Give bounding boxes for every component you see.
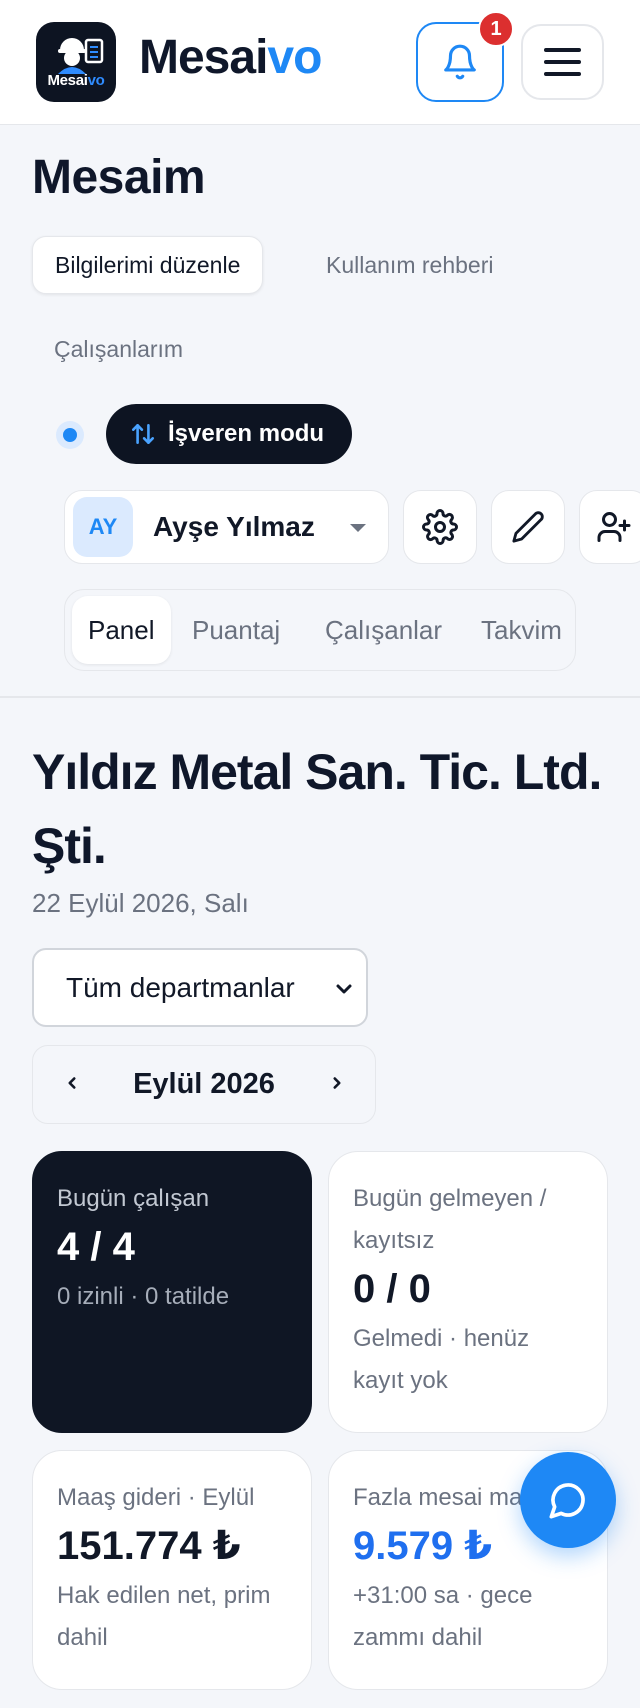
stat-label: Bugün çalışan [57, 1185, 210, 1212]
stat-value: 151.774 ₺ [57, 1524, 241, 1568]
logo-wordmark: Mesaivo [47, 72, 105, 89]
tab-kullanim-rehberi[interactable]: Kullanım rehberi [304, 236, 515, 294]
current-date: 22 Eylül 2026, Salı [32, 888, 249, 918]
stat-value: 0 / 0 [353, 1267, 431, 1311]
tab-calisanlar[interactable]: Çalışanlar [309, 596, 458, 664]
pencil-icon [512, 511, 544, 543]
chevron-right-icon [333, 1077, 341, 1089]
tab-bilgilerimi-duzenle[interactable]: Bilgilerimi düzenle [32, 236, 264, 294]
menu-icon-bar [544, 72, 581, 76]
app-logo[interactable]: Mesaivo [36, 22, 116, 102]
stat-card-salary-expense[interactable]: Maaş gideri · Eylül 151.774 ₺ Hak edilen… [32, 1450, 312, 1690]
stat-label: Bugün gelmeyen / kayıtsız [353, 1185, 547, 1254]
company-name: Yıldız Metal San. Tic. Ltd. Şti. [32, 744, 602, 874]
user-select[interactable]: AY Ayşe Yılmaz [64, 490, 389, 564]
gear-icon [422, 509, 458, 545]
department-select[interactable]: Tüm departmanlar [32, 948, 368, 1027]
view-segment-control: Panel Puantaj Çalışanlar Takvim [64, 589, 576, 671]
employer-mode-button[interactable]: İşveren modu [106, 404, 352, 464]
mode-radio[interactable] [56, 421, 84, 449]
month-navigator: Eylül 2026 [32, 1045, 376, 1124]
section-divider [0, 696, 640, 698]
department-select-value: Tüm departmanlar [66, 971, 295, 1003]
swap-arrows-icon [131, 424, 155, 444]
section-title: Mesaim [32, 151, 206, 204]
stat-card-absent-today[interactable]: Bugün gelmeyen / kayıtsız 0 / 0 Gelmedi … [328, 1151, 608, 1433]
mode-radio-dot [63, 428, 77, 442]
stat-sub: Hak edilen net, prim dahil [57, 1582, 271, 1651]
avatar: AY [73, 497, 133, 557]
stat-label: Maaş gideri · Eylül [57, 1484, 255, 1511]
chat-button[interactable] [520, 1452, 616, 1548]
chevron-down-icon [336, 984, 352, 994]
employer-mode-label: İşveren modu [168, 420, 325, 447]
worker-logo-icon [58, 38, 104, 74]
caret-down-icon [350, 524, 366, 532]
user-name: Ayşe Yılmaz [153, 511, 315, 542]
user-plus-icon [597, 512, 631, 542]
tab-panel[interactable]: Panel [72, 596, 171, 664]
stat-sub: 0 izinli · 0 tatilde [57, 1283, 230, 1310]
tab-takvim[interactable]: Takvim [465, 596, 578, 664]
menu-icon-bar [544, 60, 581, 64]
stat-value: 4 / 4 [57, 1225, 135, 1269]
top-header: Mesaivo Mesaivo 1 [0, 0, 640, 125]
add-user-button[interactable] [579, 490, 640, 564]
stat-sub: +31:00 sa · gece zammı dahil [353, 1582, 533, 1651]
next-month-button[interactable] [322, 1068, 352, 1098]
brand-name: Mesaivo [139, 31, 322, 84]
hamburger-menu-button[interactable] [521, 24, 604, 100]
edit-button[interactable] [491, 490, 565, 564]
settings-button[interactable] [403, 490, 477, 564]
stat-sub: Gelmedi · henüz kayıt yok [353, 1325, 530, 1394]
stat-card-working-today[interactable]: Bugün çalışan 4 / 4 0 izinli · 0 tatilde [32, 1151, 312, 1433]
tab-puantaj[interactable]: Puantaj [176, 596, 296, 664]
tab-calisanlarim[interactable]: Çalışanlarım [32, 320, 205, 378]
hamburger-menu-icon [544, 48, 581, 52]
bell-icon [444, 44, 476, 80]
notification-count-badge: 1 [478, 11, 514, 47]
chat-bubble-icon [549, 1483, 585, 1519]
